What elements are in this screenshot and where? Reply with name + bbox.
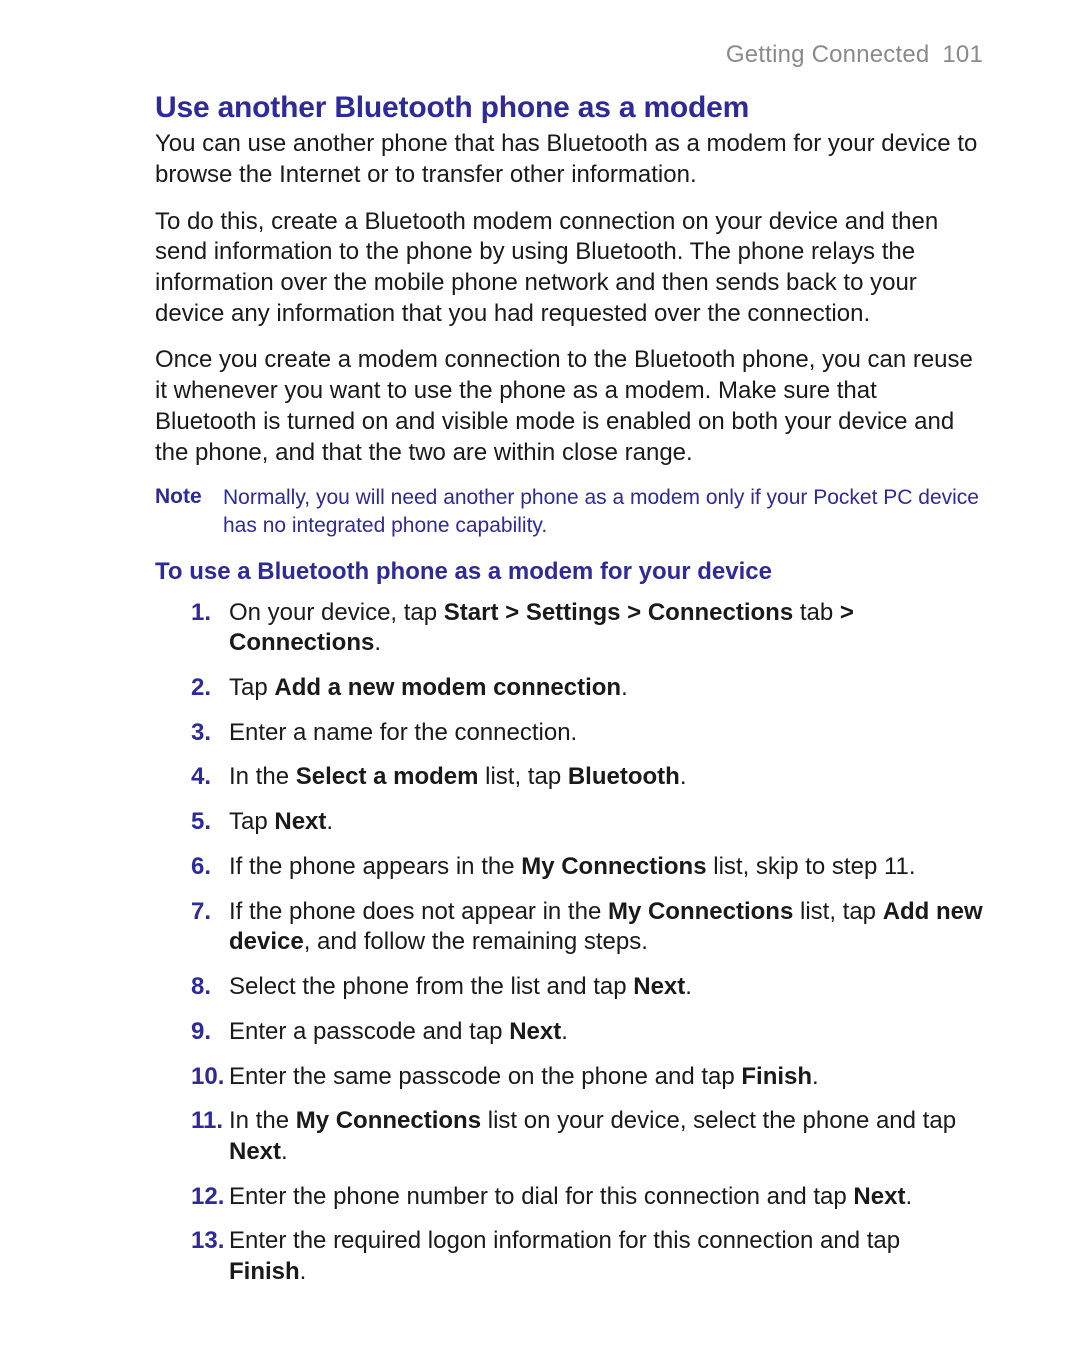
step-item: 6. If the phone appears in the My Connec…: [191, 852, 983, 883]
step-text: In the My Connections list on your devic…: [229, 1106, 983, 1167]
step-item: 4. In the Select a modem list, tap Bluet…: [191, 762, 983, 793]
step-item: 5. Tap Next.: [191, 807, 983, 838]
paragraph-1: You can use another phone that has Bluet…: [155, 129, 983, 190]
step-item: 13. Enter the required logon information…: [191, 1226, 983, 1287]
step-number: 10.: [191, 1062, 229, 1093]
step-number: 12.: [191, 1182, 229, 1213]
step-list: 1. On your device, tap Start > Settings …: [191, 598, 983, 1288]
step-number: 11.: [191, 1106, 229, 1167]
procedure-heading: To use a Bluetooth phone as a modem for …: [155, 557, 983, 588]
step-number: 4.: [191, 762, 229, 793]
step-text: In the Select a modem list, tap Bluetoot…: [229, 762, 983, 793]
step-item: 7. If the phone does not appear in the M…: [191, 897, 983, 958]
paragraph-2: To do this, create a Bluetooth modem con…: [155, 207, 983, 330]
step-number: 6.: [191, 852, 229, 883]
step-item: 1. On your device, tap Start > Settings …: [191, 598, 983, 659]
section-name: Getting Connected: [726, 41, 930, 68]
note-label: Note: [155, 484, 223, 539]
step-number: 3.: [191, 718, 229, 749]
step-text: Enter a name for the connection.: [229, 718, 983, 749]
step-text: Tap Add a new modem connection.: [229, 673, 983, 704]
running-header: Getting Connected 101: [155, 40, 983, 71]
step-item: 2. Tap Add a new modem connection.: [191, 673, 983, 704]
step-number: 5.: [191, 807, 229, 838]
step-item: 9. Enter a passcode and tap Next.: [191, 1017, 983, 1048]
step-text: Enter the phone number to dial for this …: [229, 1182, 983, 1213]
page: Getting Connected 101 Use another Blueto…: [0, 0, 1080, 1362]
step-item: 8. Select the phone from the list and ta…: [191, 972, 983, 1003]
step-text: Enter the required logon information for…: [229, 1226, 983, 1287]
note-block: Note Normally, you will need another pho…: [155, 484, 983, 539]
step-number: 13.: [191, 1226, 229, 1287]
step-text: Tap Next.: [229, 807, 983, 838]
step-text: Select the phone from the list and tap N…: [229, 972, 983, 1003]
step-item: 12. Enter the phone number to dial for t…: [191, 1182, 983, 1213]
step-text: If the phone does not appear in the My C…: [229, 897, 983, 958]
note-text: Normally, you will need another phone as…: [223, 484, 983, 539]
step-item: 3. Enter a name for the connection.: [191, 718, 983, 749]
step-item: 10. Enter the same passcode on the phone…: [191, 1062, 983, 1093]
page-number: 101: [942, 41, 983, 68]
step-number: 7.: [191, 897, 229, 958]
step-text: On your device, tap Start > Settings > C…: [229, 598, 983, 659]
step-number: 8.: [191, 972, 229, 1003]
step-number: 1.: [191, 598, 229, 659]
step-text: Enter a passcode and tap Next.: [229, 1017, 983, 1048]
step-text: Enter the same passcode on the phone and…: [229, 1062, 983, 1093]
step-text: If the phone appears in the My Connectio…: [229, 852, 983, 883]
step-number: 9.: [191, 1017, 229, 1048]
step-item: 11. In the My Connections list on your d…: [191, 1106, 983, 1167]
paragraph-3: Once you create a modem connection to th…: [155, 345, 983, 468]
page-title: Use another Bluetooth phone as a modem: [155, 89, 983, 127]
step-number: 2.: [191, 673, 229, 704]
